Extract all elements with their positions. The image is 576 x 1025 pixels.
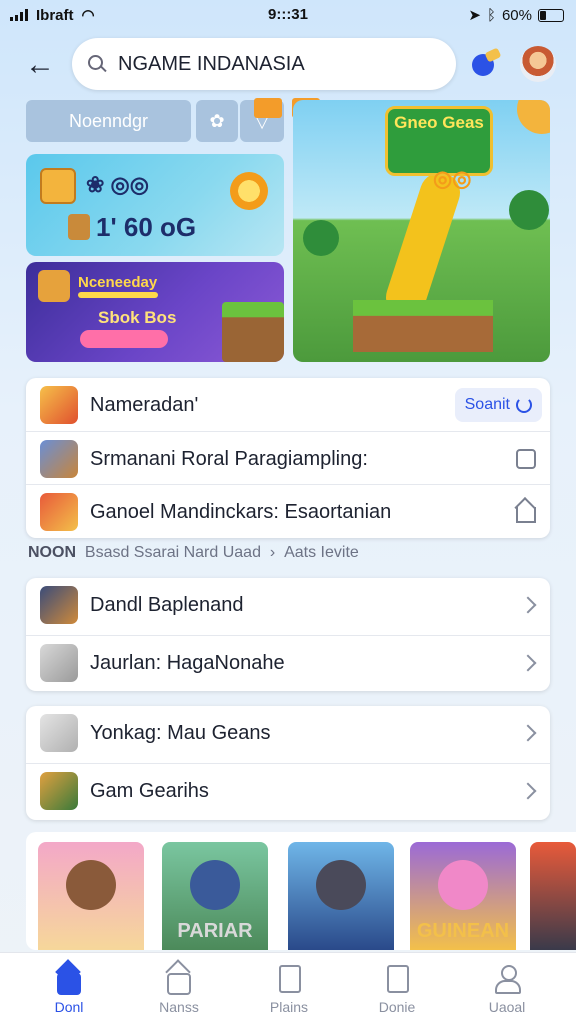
notification-icon[interactable] — [470, 47, 502, 78]
breadcrumb: NOON Bsasd Ssarai Nard Uaad › Aats Ievit… — [28, 544, 359, 561]
featured-list: Nameradan' Soanit Srmanani Roral Paragia… — [26, 378, 550, 538]
hero-game-art[interactable]: Gneo Geas ◎◎ — [293, 100, 550, 362]
tree-shape — [509, 190, 549, 230]
game-thumbnail — [40, 644, 78, 682]
coins-icon: ◎◎ — [433, 166, 472, 191]
avatar[interactable] — [520, 46, 556, 82]
chevron-right-icon — [519, 724, 537, 742]
home-icon — [55, 959, 81, 995]
search-input[interactable] — [116, 51, 420, 77]
list-item[interactable]: Gam Gearihs — [26, 763, 550, 818]
tab-plains[interactable]: Plains — [234, 961, 344, 1021]
gift-icon — [254, 98, 282, 118]
game-thumbnail — [40, 714, 78, 752]
edit-icon[interactable] — [516, 449, 536, 469]
tab-games[interactable]: Nanss — [124, 959, 234, 1021]
document-icon — [277, 965, 301, 993]
puzzle-icon: ✿ — [209, 110, 225, 131]
chevron-right-icon — [519, 782, 537, 800]
ground-block — [353, 300, 493, 352]
tab-home[interactable]: Donl — [14, 959, 124, 1021]
games-icon — [165, 959, 191, 995]
coin-icon — [230, 172, 268, 210]
profile-icon — [495, 965, 521, 994]
bottom-tab-bar: Donl Nanss Plains Donie Uaoal — [0, 952, 576, 1025]
game-card[interactable]: GUINEAN — [410, 842, 516, 950]
search-action-button[interactable]: Soanit — [454, 388, 542, 422]
game-card[interactable] — [288, 842, 394, 950]
event-button[interactable] — [80, 330, 168, 348]
list-icon — [385, 965, 409, 993]
promo-banner: Noenndgr ✿ ▽ ❀ ◎◎ 1' 60 oG Nceneeday Sbo… — [26, 98, 550, 362]
category-chip[interactable]: Noenndgr — [26, 100, 191, 142]
game-thumbnail — [40, 772, 78, 810]
grass-block-art — [222, 302, 284, 362]
tab-done[interactable]: Donie — [342, 961, 452, 1021]
breadcrumb-link[interactable]: Bsasd Ssarai Nard Uaad — [85, 544, 261, 561]
games-list: Yonkag: Mau Geans Gam Gearihs — [26, 706, 550, 820]
chevron-right-icon — [519, 596, 537, 614]
list-item[interactable]: Dandl Baplenand — [26, 578, 550, 632]
chest-icon — [40, 168, 76, 204]
breadcrumb-link[interactable]: Aats Ievite — [284, 544, 359, 561]
promo-tile-event[interactable]: Nceneeday Sbok Bos — [26, 262, 284, 362]
character-art — [316, 860, 366, 910]
sun-shape — [517, 100, 550, 134]
game-card[interactable] — [38, 842, 144, 950]
puzzle-chip[interactable]: ✿ — [196, 100, 238, 142]
tree-shape — [303, 220, 339, 256]
promo-tile-rewards[interactable]: ❀ ◎◎ 1' 60 oG — [26, 154, 284, 256]
game-thumbnail — [40, 440, 78, 478]
status-bar: Ibraft ◠ 9:::31 ➤ ᛒ 60% — [0, 0, 576, 30]
search-bar[interactable] — [72, 38, 456, 90]
chevron-right-icon — [519, 654, 537, 672]
list-item[interactable]: Ganoel Mandinckars: Esaortanian — [26, 484, 550, 538]
battery-percent: 60% — [501, 6, 532, 24]
home-icon[interactable] — [516, 507, 536, 523]
search-icon — [88, 55, 106, 73]
character-art — [66, 860, 116, 910]
game-thumbnail — [40, 493, 78, 531]
list-item[interactable]: Yonkag: Mau Geans — [26, 706, 550, 760]
tab-profile[interactable]: Uaoal — [452, 961, 562, 1021]
list-item[interactable]: Nameradan' Soanit — [26, 378, 550, 432]
games-list: Dandl Baplenand Jaurlan: HagaNonahe — [26, 578, 550, 691]
back-arrow-icon[interactable]: ← — [22, 48, 58, 84]
game-carousel[interactable]: PARIAR GUINEAN — [26, 832, 576, 950]
game-card[interactable]: PARIAR — [162, 842, 268, 950]
battery-icon — [538, 8, 564, 22]
refresh-icon — [516, 397, 532, 413]
top-bar: ← — [0, 36, 576, 94]
character-art — [190, 860, 240, 910]
game-icon — [38, 270, 70, 302]
bluetooth-icon: ᛒ — [486, 6, 496, 24]
game-thumbnail — [40, 386, 78, 424]
location-icon: ➤ — [468, 7, 481, 24]
list-item[interactable]: Jaurlan: HagaNonahe — [26, 635, 550, 690]
ticket-icon — [68, 214, 90, 240]
list-item[interactable]: Srmanani Roral Paragiampling: — [26, 431, 550, 486]
character-art — [438, 860, 488, 910]
game-thumbnail — [40, 586, 78, 624]
progress-bar — [78, 292, 158, 298]
game-card[interactable] — [530, 842, 576, 950]
